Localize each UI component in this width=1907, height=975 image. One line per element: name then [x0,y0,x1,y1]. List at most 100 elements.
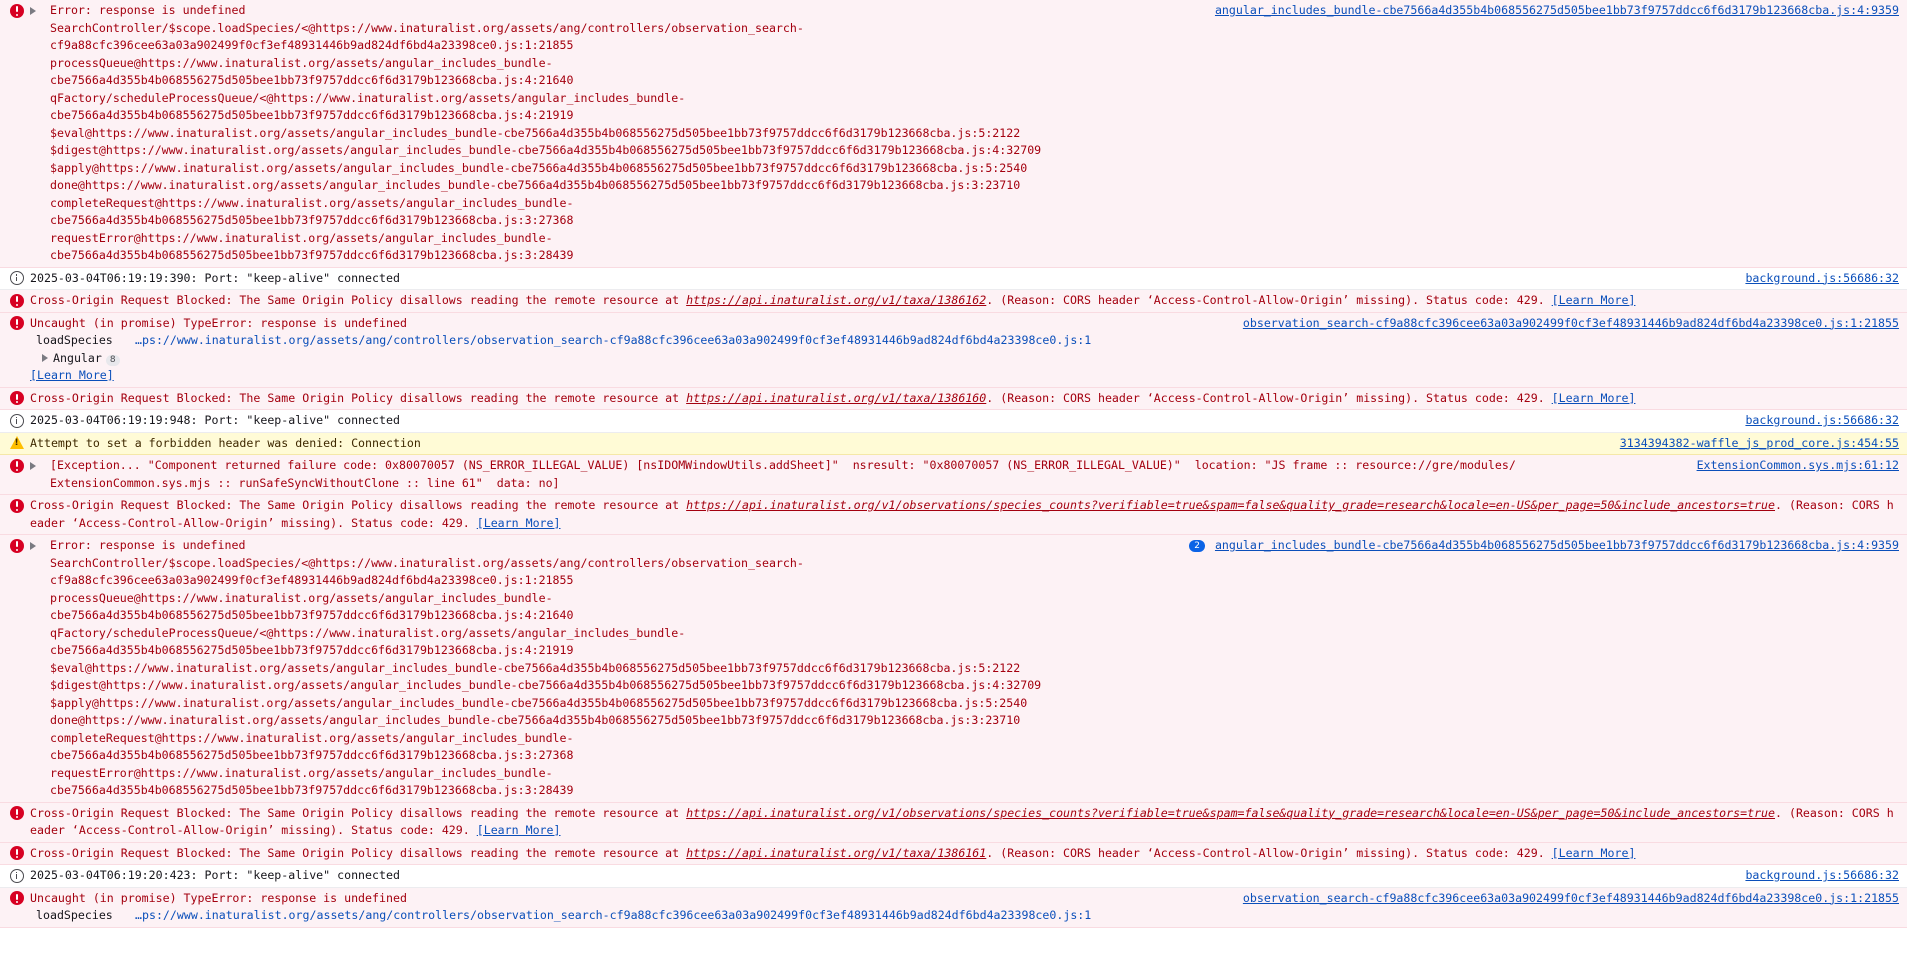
stack-frame: qFactory/scheduleProcessQueue/<@https://… [50,90,686,105]
console-message-uncaught[interactable]: Uncaught (in promise) TypeError: respons… [0,312,1907,388]
stack-frame: cbe7566a4d355b4b068556275d505bee1bb73f97… [50,73,574,87]
resource-url-link[interactable]: https://api.inaturalist.org/v1/taxa/1386… [686,846,986,860]
message-body: Uncaught (in promise) TypeError: respons… [30,315,1229,385]
message-body: Error: response is undefined SearchContr… [50,2,1201,265]
source-link[interactable]: 3134394382-waffle_js_prod_core.js:454:55 [1620,435,1899,453]
stack-frame-row[interactable]: loadSpecies …ps://www.inaturalist.org/ass… [30,332,1229,350]
stack-frame: $digest@https://www.inaturalist.org/asse… [50,143,1042,157]
learn-more-link[interactable]: [Learn More] [1552,293,1636,307]
error-icon [10,806,24,820]
resource-url-link[interactable]: https://api.inaturalist.org/v1/taxa/1386… [686,391,986,405]
error-icon [10,293,24,308]
stack-frame: processQueue@https://www.inaturalist.org… [50,590,553,605]
frame-function: loadSpecies [36,333,113,347]
source-link[interactable]: background.js:56686:32 [1745,270,1899,288]
stack-frame: cf9a88cfc396cee63a03a902499f0cf3ef489314… [50,38,574,52]
stack-frame: cbe7566a4d355b4b068556275d505bee1bb73f97… [50,108,574,122]
stack-frame: $eval@https://www.inaturalist.org/assets… [50,125,1021,140]
stack-trace: SearchController/$scope.loadSpecies/<@ht… [50,20,1201,265]
stack-frame: processQueue@https://www.inaturalist.org… [50,55,553,70]
message-suffix: . (Reason: CORS header ‘Access-Control-A… [986,845,1552,860]
info-icon [10,413,24,428]
message-body: Error: response is undefined SearchContr… [50,537,1175,800]
console-message-exception[interactable]: [Exception... "Component returned failur… [0,455,1907,495]
error-header: Error: response is undefined [50,538,246,552]
expand-arrow-icon[interactable] [42,353,48,362]
source-link[interactable]: angular_includes_bundle-cbe7566a4d355b4b… [1215,538,1899,552]
resource-url-link[interactable]: https://api.inaturalist.org/v1/observati… [686,806,1775,820]
console-message-error-stack[interactable]: Error: response is undefined SearchContr… [0,0,1907,268]
stack-frame: cbe7566a4d355b4b068556275d505bee1bb73f97… [50,748,574,762]
error-icon [10,891,24,905]
stack-frame: cbe7566a4d355b4b068556275d505bee1bb73f97… [50,783,574,797]
resource-url-link[interactable]: https://api.inaturalist.org/v1/observati… [686,498,1775,512]
stack-frame: $digest@https://www.inaturalist.org/asse… [50,678,1042,692]
learn-more-link[interactable]: [Learn More] [477,823,561,837]
message-prefix: Cross-Origin Request Blocked: The Same O… [30,845,687,860]
stack-frame: cbe7566a4d355b4b068556275d505bee1bb73f97… [50,608,574,622]
message-text: Cross-Origin Request Blocked: The Same O… [30,845,1899,863]
exception-line: [Exception... "Component returned failur… [50,458,1516,472]
learn-more-link[interactable]: [Learn More] [1552,391,1636,405]
error-icon [10,458,24,473]
source-link[interactable]: background.js:56686:32 [1745,412,1899,430]
stack-frame: requestError@https://www.inaturalist.org… [50,765,553,780]
message-text: Attempt to set a forbidden header was de… [30,435,421,450]
message-prefix: Cross-Origin Request Blocked: The Same O… [30,390,687,405]
resource-url-link[interactable]: https://api.inaturalist.org/v1/taxa/1386… [686,293,986,307]
stack-frame: cbe7566a4d355b4b068556275d505bee1bb73f97… [50,643,574,657]
message-prefix: Cross-Origin Request Blocked: The Same O… [30,805,687,820]
stack-frame: completeRequest@https://www.inaturalist.… [50,730,574,745]
source-link[interactable]: observation_search-cf9a88cfc396cee63a03a… [1243,315,1899,333]
frame-location-link[interactable]: …ps://www.inaturalist.org/assets/ang/con… [135,333,1091,347]
learn-more-link[interactable]: [Learn More] [477,516,561,530]
console-message-info[interactable]: 2025-03-04T06:19:19:390: Port: "keep-ali… [0,267,1907,290]
console-message-cors[interactable]: Cross-Origin Request Blocked: The Same O… [0,842,1907,865]
console-message-cors[interactable]: Cross-Origin Request Blocked: The Same O… [0,290,1907,313]
error-icon [10,846,24,860]
stack-trace: SearchController/$scope.loadSpecies/<@ht… [50,555,1175,800]
expand-arrow-icon[interactable] [30,462,44,470]
console-message-info[interactable]: 2025-03-04T06:19:20:423: Port: "keep-ali… [0,865,1907,888]
message-body: Uncaught (in promise) TypeError: respons… [30,890,1229,925]
learn-more-link[interactable]: [Learn More] [1552,846,1636,860]
stack-frame: SearchController/$scope.loadSpecies/<@ht… [50,555,804,570]
error-icon [10,498,24,513]
frame-location-link[interactable]: …ps://www.inaturalist.org/assets/ang/con… [135,908,1091,922]
console-message-cors[interactable]: Cross-Origin Request Blocked: The Same O… [0,495,1907,535]
stack-frame-row[interactable]: loadSpecies …ps://www.inaturalist.org/ass… [30,907,1229,925]
stack-frame: $apply@https://www.inaturalist.org/asset… [50,695,1028,710]
source-link[interactable]: angular_includes_bundle-cbe7566a4d355b4b… [1215,2,1899,20]
error-icon [10,538,24,553]
message-suffix: . (Reason: CORS header ‘Access-Control-A… [986,390,1552,405]
warning-icon [10,436,24,449]
frame-group-angular[interactable]: Angular 8 [30,350,1229,368]
console-message-uncaught[interactable]: Uncaught (in promise) TypeError: respons… [0,887,1907,928]
source-link[interactable]: observation_search-cf9a88cfc396cee63a03a… [1243,890,1899,908]
exception-line: ExtensionCommon.sys.mjs :: runSafeSyncWi… [50,475,560,490]
message-text: Uncaught (in promise) TypeError: respons… [30,315,407,330]
message-text: 2025-03-04T06:19:19:948: Port: "keep-ali… [30,413,400,427]
error-icon [10,3,24,18]
expand-arrow-icon[interactable] [30,7,44,15]
console-message-info[interactable]: 2025-03-04T06:19:19:948: Port: "keep-ali… [0,410,1907,433]
error-icon [10,391,24,405]
stack-frame: completeRequest@https://www.inaturalist.… [50,195,574,210]
console-message-cors[interactable]: Cross-Origin Request Blocked: The Same O… [0,387,1907,410]
source-link[interactable]: ExtensionCommon.sys.mjs:61:12 [1697,457,1899,475]
message-prefix: Cross-Origin Request Blocked: The Same O… [30,498,687,512]
source-area: 2 angular_includes_bundle-cbe7566a4d355b4… [1189,537,1899,555]
console-message-error-stack[interactable]: Error: response is undefined SearchContr… [0,535,1907,803]
source-link[interactable]: background.js:56686:32 [1745,867,1899,885]
message-text: 2025-03-04T06:19:20:423: Port: "keep-ali… [30,868,400,882]
stack-frame: qFactory/scheduleProcessQueue/<@https://… [50,625,686,640]
console-message-cors[interactable]: Cross-Origin Request Blocked: The Same O… [0,802,1907,843]
learn-more-link[interactable]: [Learn More] [30,368,114,382]
stack-frame: SearchController/$scope.loadSpecies/<@ht… [50,20,804,35]
message-suffix: . (Reason: CORS header ‘Access-Control-A… [986,293,1552,307]
expand-arrow-icon[interactable] [30,542,44,550]
console-output: Error: response is undefined SearchContr… [0,0,1907,928]
group-label: Angular [53,350,102,365]
message-text: Cross-Origin Request Blocked: The Same O… [30,497,1899,532]
console-message-warning[interactable]: Attempt to set a forbidden header was de… [0,432,1907,455]
